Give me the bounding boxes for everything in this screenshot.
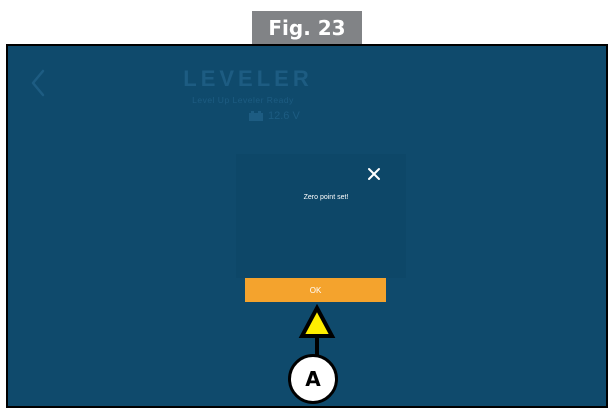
- battery-status: 12.6 V: [248, 109, 300, 123]
- battery-voltage: 12.6 V: [268, 110, 300, 122]
- figure-label: Fig. 23: [252, 11, 362, 44]
- status-subtitle: Level Up Leveler Ready: [192, 95, 294, 105]
- chevron-left-icon[interactable]: [30, 68, 46, 98]
- battery-icon: [249, 111, 263, 121]
- dialog-message: Zero point set!: [303, 194, 349, 201]
- device-screen-frame: LEVELER Level Up Leveler Ready 12.6 V Ze…: [6, 44, 608, 408]
- leveler-screen: LEVELER Level Up Leveler Ready 12.6 V Ze…: [8, 46, 606, 406]
- close-icon[interactable]: [364, 164, 384, 184]
- ok-button[interactable]: OK: [245, 278, 386, 302]
- page-title: LEVELER: [183, 66, 313, 91]
- callout-marker: A: [288, 354, 338, 404]
